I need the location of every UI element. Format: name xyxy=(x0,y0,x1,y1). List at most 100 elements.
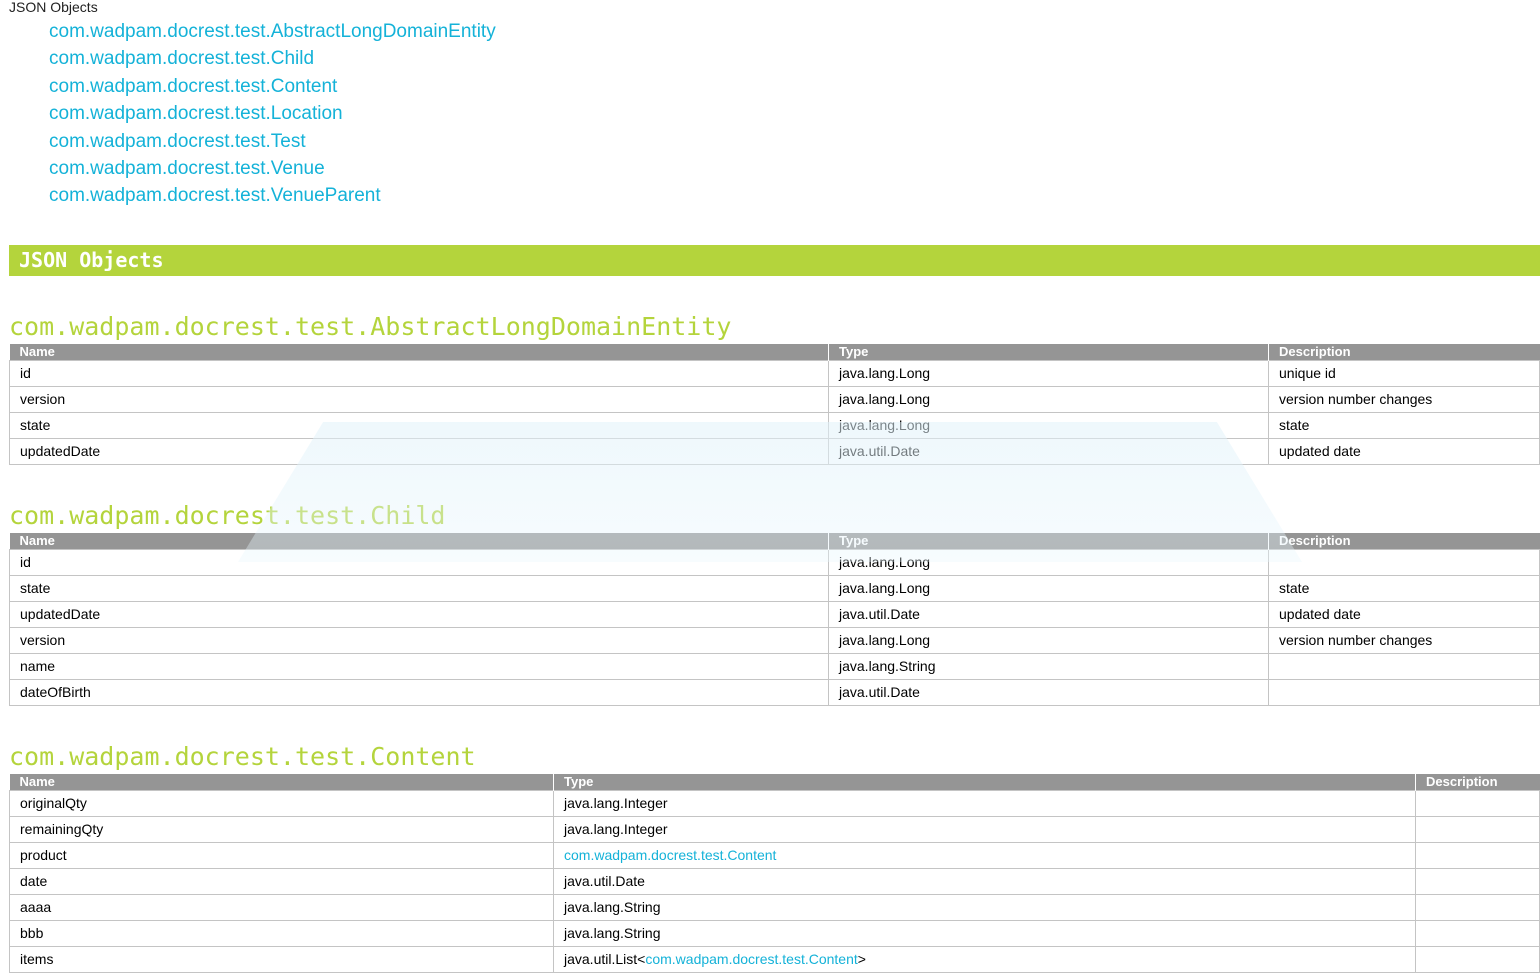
cell-type: java.lang.Long xyxy=(828,412,1269,439)
toc-item: com.wadpam.docrest.test.Child xyxy=(49,45,496,72)
table-row: items java.util.List<com.wadpam.docrest.… xyxy=(9,946,1540,973)
cell-name: version xyxy=(9,386,829,413)
cell-description xyxy=(1415,790,1540,817)
cell-type: java.lang.String xyxy=(828,653,1269,680)
cell-description xyxy=(1268,653,1540,680)
column-header-description: Description xyxy=(1268,344,1540,361)
type-link-content[interactable]: com.wadpam.docrest.test.Content xyxy=(564,847,776,863)
cell-type: java.util.Date xyxy=(828,438,1269,465)
table-header-row: Name Type Description xyxy=(9,344,1540,361)
cell-description: unique id xyxy=(1268,360,1540,387)
toc-link-location[interactable]: com.wadpam.docrest.test.Location xyxy=(49,103,343,124)
table-row: originalQty java.lang.Integer xyxy=(9,790,1540,817)
cell-name: updatedDate xyxy=(9,438,829,465)
table-row: version java.lang.Long version number ch… xyxy=(9,386,1540,413)
table-row: state java.lang.Long state xyxy=(9,575,1540,602)
page-top-label: JSON Objects xyxy=(9,0,98,15)
cell-description xyxy=(1415,816,1540,843)
object-title-child: com.wadpam.docrest.test.Child xyxy=(9,501,446,530)
type-prefix: java.util.List< xyxy=(564,951,646,967)
cell-type: java.lang.String xyxy=(553,894,1416,921)
toc-link-content[interactable]: com.wadpam.docrest.test.Content xyxy=(49,76,337,97)
type-suffix: > xyxy=(857,951,866,967)
column-header-type: Type xyxy=(828,344,1269,361)
toc-link-venue[interactable]: com.wadpam.docrest.test.Venue xyxy=(49,158,325,179)
table-header-row: Name Type Description xyxy=(9,533,1540,550)
table-header-row: Name Type Description xyxy=(9,774,1540,791)
cell-type: java.util.List<com.wadpam.docrest.test.C… xyxy=(553,946,1416,973)
toc-list: com.wadpam.docrest.test.AbstractLongDoma… xyxy=(49,18,496,210)
cell-description xyxy=(1415,868,1540,895)
cell-description: state xyxy=(1268,575,1540,602)
cell-type: java.util.Date xyxy=(828,601,1269,628)
table-row: aaaa java.lang.String xyxy=(9,894,1540,921)
column-header-name: Name xyxy=(9,774,554,791)
toc-link-child[interactable]: com.wadpam.docrest.test.Child xyxy=(49,48,314,69)
cell-name: originalQty xyxy=(9,790,554,817)
table-row: version java.lang.Long version number ch… xyxy=(9,627,1540,654)
table-row: updatedDate java.util.Date updated date xyxy=(9,438,1540,465)
cell-name: bbb xyxy=(9,920,554,947)
toc-item: com.wadpam.docrest.test.AbstractLongDoma… xyxy=(49,18,496,45)
cell-type: java.lang.Long xyxy=(828,549,1269,576)
cell-description xyxy=(1415,894,1540,921)
cell-name: updatedDate xyxy=(9,601,829,628)
object-table-content: Name Type Description originalQty java.l… xyxy=(9,774,1540,973)
cell-name: state xyxy=(9,412,829,439)
toc-item: com.wadpam.docrest.test.Location xyxy=(49,100,496,127)
column-header-description: Description xyxy=(1415,774,1540,791)
table-row: id java.lang.Long unique id xyxy=(9,360,1540,387)
cell-description xyxy=(1268,679,1540,706)
cell-type: java.lang.Long xyxy=(828,575,1269,602)
cell-name: aaaa xyxy=(9,894,554,921)
toc-item: com.wadpam.docrest.test.Content xyxy=(49,73,496,100)
object-table-child: Name Type Description id java.lang.Long … xyxy=(9,533,1540,706)
table-row: dateOfBirth java.util.Date xyxy=(9,679,1540,706)
column-header-name: Name xyxy=(9,533,829,550)
cell-type: com.wadpam.docrest.test.Content xyxy=(553,842,1416,869)
cell-description: updated date xyxy=(1268,438,1540,465)
cell-name: remainingQty xyxy=(9,816,554,843)
toc-item: com.wadpam.docrest.test.Venue xyxy=(49,155,496,182)
cell-name: product xyxy=(9,842,554,869)
cell-type: java.lang.Integer xyxy=(553,816,1416,843)
cell-name: version xyxy=(9,627,829,654)
toc-link-abstract-long-domain-entity[interactable]: com.wadpam.docrest.test.AbstractLongDoma… xyxy=(49,21,496,42)
cell-description xyxy=(1268,549,1540,576)
section-banner-json-objects: JSON Objects xyxy=(9,245,1540,276)
cell-name: date xyxy=(9,868,554,895)
toc-item: com.wadpam.docrest.test.Test xyxy=(49,128,496,155)
table-row: updatedDate java.util.Date updated date xyxy=(9,601,1540,628)
table-row: name java.lang.String xyxy=(9,653,1540,680)
column-header-type: Type xyxy=(828,533,1269,550)
cell-type: java.util.Date xyxy=(828,679,1269,706)
table-row: product com.wadpam.docrest.test.Content xyxy=(9,842,1540,869)
type-link-content[interactable]: com.wadpam.docrest.test.Content xyxy=(645,951,857,967)
cell-description: state xyxy=(1268,412,1540,439)
cell-type: java.util.Date xyxy=(553,868,1416,895)
object-title-content: com.wadpam.docrest.test.Content xyxy=(9,742,476,771)
cell-description: version number changes xyxy=(1268,627,1540,654)
cell-name: state xyxy=(9,575,829,602)
cell-type: java.lang.Long xyxy=(828,627,1269,654)
column-header-name: Name xyxy=(9,344,829,361)
cell-description: version number changes xyxy=(1268,386,1540,413)
cell-description xyxy=(1415,946,1540,973)
column-header-description: Description xyxy=(1268,533,1540,550)
column-header-type: Type xyxy=(553,774,1416,791)
cell-name: dateOfBirth xyxy=(9,679,829,706)
toc-link-test[interactable]: com.wadpam.docrest.test.Test xyxy=(49,131,306,152)
cell-type: java.lang.String xyxy=(553,920,1416,947)
cell-description xyxy=(1415,920,1540,947)
cell-type: java.lang.Long xyxy=(828,360,1269,387)
cell-description: updated date xyxy=(1268,601,1540,628)
cell-type: java.lang.Long xyxy=(828,386,1269,413)
cell-name: items xyxy=(9,946,554,973)
toc-link-venue-parent[interactable]: com.wadpam.docrest.test.VenueParent xyxy=(49,185,381,206)
cell-description xyxy=(1415,842,1540,869)
cell-name: id xyxy=(9,549,829,576)
table-row: date java.util.Date xyxy=(9,868,1540,895)
object-title-abstract-long-domain-entity: com.wadpam.docrest.test.AbstractLongDoma… xyxy=(9,312,732,341)
object-table-abstract-long-domain-entity: Name Type Description id java.lang.Long … xyxy=(9,344,1540,465)
table-row: bbb java.lang.String xyxy=(9,920,1540,947)
